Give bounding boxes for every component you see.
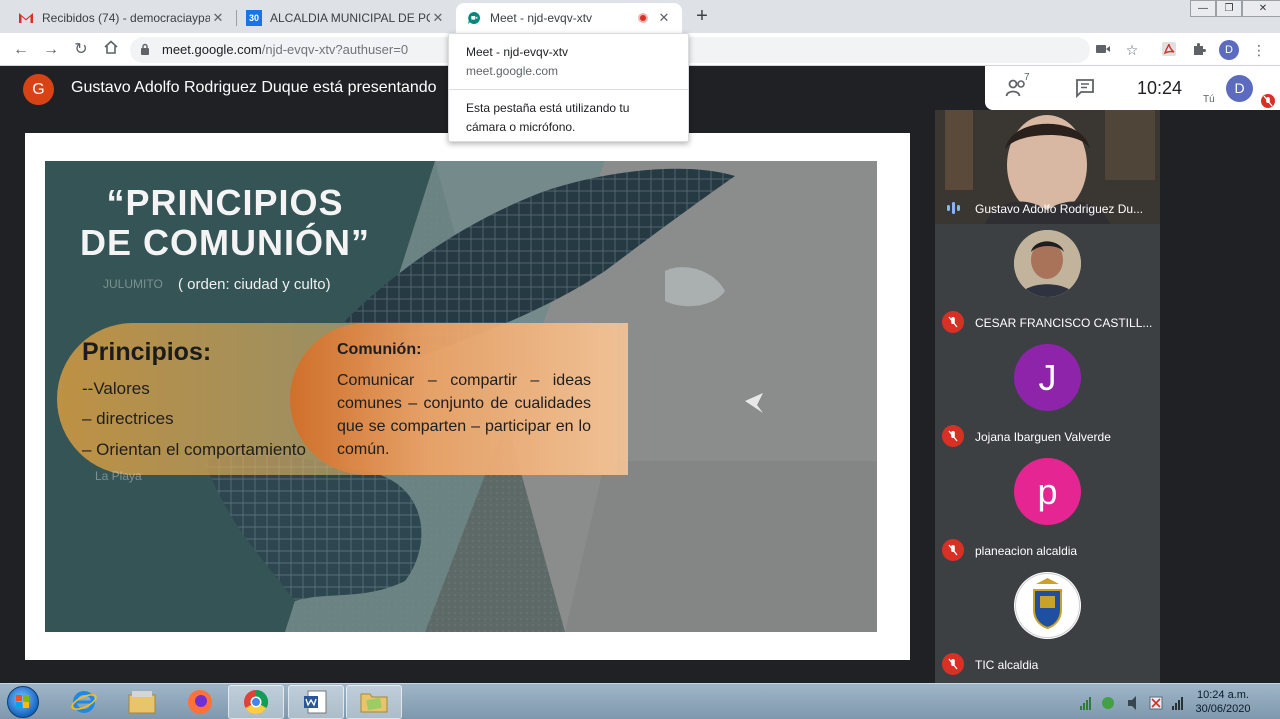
tab-title: Meet - njd-evqv-xtv <box>490 11 593 25</box>
people-icon[interactable]: 7 <box>1005 72 1030 98</box>
new-tab-button[interactable]: + <box>692 4 712 28</box>
recording-icon <box>638 13 648 23</box>
firefox-icon[interactable] <box>172 685 228 719</box>
tab-hover-card: Meet - njd-evqv-xtv meet.google.com Esta… <box>448 33 689 142</box>
principios-item: – Orientan el comportamiento <box>82 440 306 459</box>
clock-date: 30/06/2020 <box>1195 703 1251 715</box>
meet-top-controls: 7 10:24 Tú D <box>985 66 1280 110</box>
mic-off-icon <box>942 311 964 333</box>
tab-title: ALCALDIA MUNICIPAL DE POPAYAN <box>270 11 430 25</box>
chat-icon[interactable] <box>1075 78 1097 99</box>
forward-icon[interactable]: → <box>40 39 62 61</box>
presentation-frame: “PRINCIPIOS DE COMUNIÓN” JULUMITO La Pla… <box>25 133 910 660</box>
municipal-seal-logo <box>1014 572 1081 639</box>
principios-item: – directrices <box>82 409 174 428</box>
reload-icon[interactable]: ↻ <box>70 39 92 61</box>
participant-name: planeacion alcaldia <box>975 544 1078 558</box>
slide-title: “PRINCIPIOS DE COMUNIÓN” <box>80 182 370 263</box>
speaking-indicator-icon <box>947 202 961 214</box>
self-avatar[interactable]: D <box>1226 75 1253 102</box>
participants-panel: Gustavo Adolfo Rodriguez Du... CESAR FRA… <box>935 110 1160 683</box>
calendar-icon: 30 <box>246 10 262 26</box>
meet-icon <box>466 10 482 26</box>
presenter-status: Gustavo Adolfo Rodriguez Duque está pres… <box>71 79 437 96</box>
tab-meet[interactable]: Meet - njd-evqv-xtv ✕ <box>456 3 682 33</box>
windows-taskbar: 10:24 a.m. 30/06/2020 <box>0 683 1280 719</box>
close-icon[interactable]: ✕ <box>430 10 446 26</box>
word-icon[interactable] <box>288 685 344 719</box>
extensions-puzzle-icon[interactable] <box>1190 41 1208 59</box>
clock-time: 10:24 a.m. <box>1197 689 1249 701</box>
tab-title: Recibidos (74) - democraciaypart <box>42 11 210 25</box>
camera-icon[interactable] <box>1094 41 1112 59</box>
tab-gmail[interactable]: Recibidos (74) - democraciaypart ✕ <box>8 3 236 33</box>
participant-initial-avatar: p <box>1014 458 1081 525</box>
explorer-icon[interactable] <box>114 685 170 719</box>
principios-item: --Valores <box>82 379 150 398</box>
map-label: JULUMITO <box>103 277 163 291</box>
participant-tile[interactable]: p planeacion alcaldia <box>935 452 1160 566</box>
pdf-extension-icon[interactable] <box>1160 41 1178 59</box>
self-label: Tú <box>1203 94 1215 105</box>
slide-subtitle: ( orden: ciudad y culto) <box>178 276 331 293</box>
mic-off-icon <box>1261 94 1275 108</box>
bookmark-star-icon[interactable]: ☆ <box>1123 41 1141 59</box>
meet-stage: G Gustavo Adolfo Rodriguez Duque está pr… <box>0 66 1280 683</box>
chrome-icon[interactable] <box>228 685 284 719</box>
participant-tile[interactable]: Gustavo Adolfo Rodriguez Du... <box>935 110 1160 224</box>
tab-strip: Recibidos (74) - democraciaypart ✕ 30 AL… <box>0 0 1280 33</box>
close-icon[interactable]: ✕ <box>210 10 226 26</box>
principios-heading: Principios: <box>82 338 212 366</box>
system-clock[interactable]: 10:24 a.m. 30/06/2020 <box>1188 688 1258 716</box>
participant-count: 7 <box>1024 72 1030 83</box>
hover-card-divider <box>449 89 688 90</box>
participant-name: CESAR FRANCISCO CASTILL... <box>975 316 1153 330</box>
screen: Recibidos (74) - democraciaypart ✕ 30 AL… <box>0 0 1280 719</box>
ie-icon[interactable] <box>56 685 112 719</box>
comunion-heading: Comunión: <box>337 341 422 358</box>
minimize-icon[interactable]: — <box>1190 0 1216 17</box>
tab-alcaldia[interactable]: 30 ALCALDIA MUNICIPAL DE POPAYAN ✕ <box>236 3 456 33</box>
hover-card-url: meet.google.com <box>466 64 559 78</box>
folder-icon[interactable] <box>346 685 402 719</box>
hover-card-title: Meet - njd-evqv-xtv <box>466 45 569 59</box>
participant-tile[interactable]: TIC alcaldia <box>935 566 1160 680</box>
start-button[interactable] <box>7 686 39 718</box>
comunion-body: Comunicar – compartir – ideas comunes – … <box>337 372 591 458</box>
meeting-time: 10:24 <box>1137 78 1183 98</box>
participant-name: Gustavo Adolfo Rodriguez Du... <box>975 202 1144 216</box>
participant-name: Jojana Ibarguen Valverde <box>975 430 1111 444</box>
presenter-avatar: G <box>23 74 54 105</box>
window-close-icon[interactable]: ✕ <box>1242 0 1280 17</box>
lock-icon <box>141 43 149 55</box>
participant-tile[interactable]: J Jojana Ibarguen Valverde <box>935 338 1160 452</box>
system-tray-icons <box>1080 696 1183 710</box>
close-icon[interactable]: ✕ <box>656 10 672 26</box>
home-icon[interactable] <box>100 39 122 61</box>
url-path: /njd-evqv-xtv?authuser=0 <box>261 42 409 57</box>
participant-name: TIC alcaldia <box>975 658 1039 672</box>
presentation-slide: “PRINCIPIOS DE COMUNIÓN” JULUMITO La Pla… <box>45 161 877 632</box>
hover-card-note: Esta pestaña está utilizando tu cámara o… <box>466 101 630 134</box>
back-icon[interactable]: ← <box>10 39 32 61</box>
mic-off-icon <box>942 653 964 675</box>
map-label: La Playa <box>95 469 142 483</box>
gmail-icon <box>18 10 34 26</box>
mic-off-icon <box>942 425 964 447</box>
participant-photo <box>1014 230 1081 297</box>
url-host: meet.google.com <box>162 42 262 57</box>
window-controls: — ❐ ✕ <box>1190 0 1280 17</box>
restore-icon[interactable]: ❐ <box>1216 0 1242 17</box>
menu-kebab-icon[interactable]: ⋮ <box>1250 41 1268 59</box>
participant-tile[interactable]: CESAR FRANCISCO CASTILL... <box>935 224 1160 338</box>
url-text: meet.google.com/njd-evqv-xtv?authuser=0 <box>162 42 408 57</box>
mic-off-icon <box>942 539 964 561</box>
profile-avatar[interactable]: D <box>1219 40 1239 60</box>
participant-initial-avatar: J <box>1014 344 1081 411</box>
